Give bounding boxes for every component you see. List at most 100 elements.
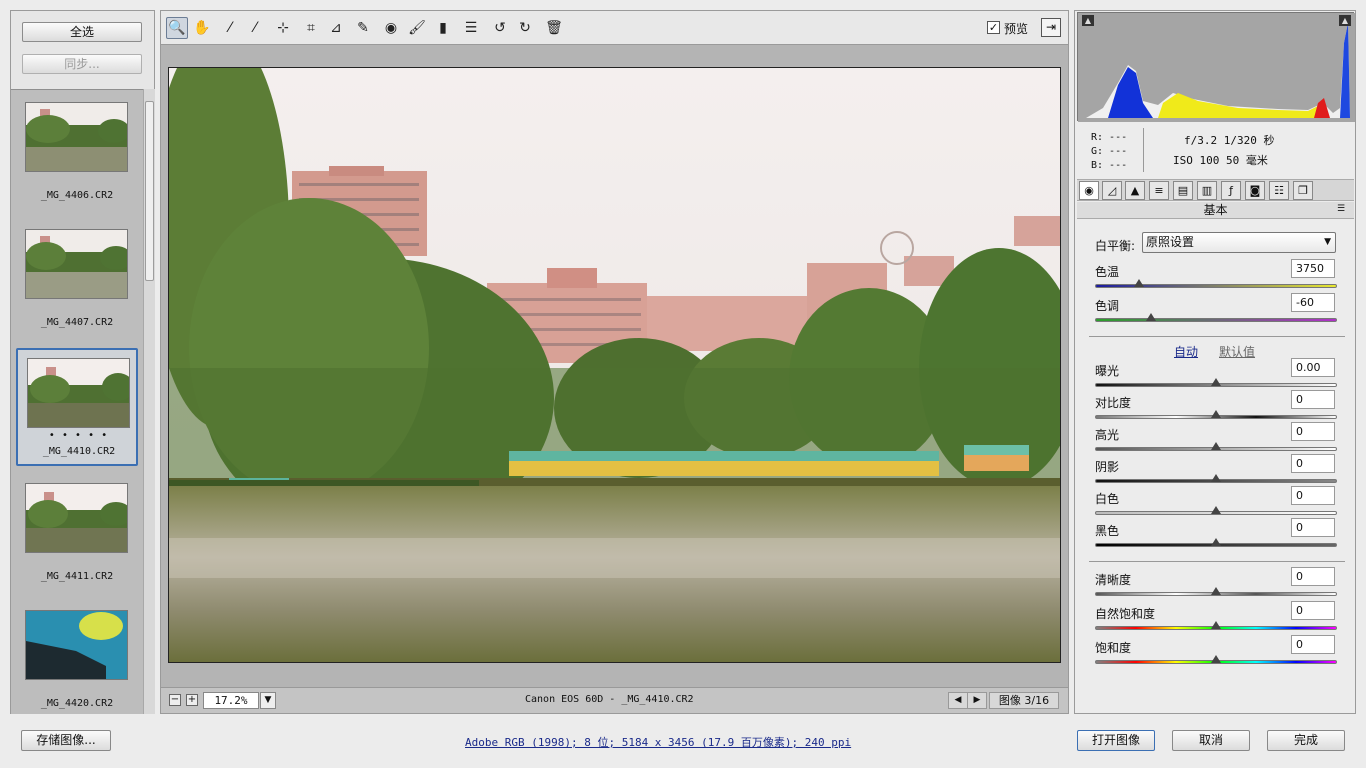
tab-snapshots-icon[interactable]: ❐ xyxy=(1293,181,1313,200)
slider-value-field[interactable]: 0 xyxy=(1291,601,1335,620)
tab-split-toning-icon[interactable]: ▤ xyxy=(1173,181,1193,200)
panel-tabs: ◉ ◿ ▲ ≡ ▤ ▥ ƒ ◙ ☷ ❐ xyxy=(1077,179,1354,201)
slider-track[interactable] xyxy=(1095,284,1337,288)
open-image-button[interactable]: 打开图像 xyxy=(1077,730,1155,751)
slider-knob[interactable] xyxy=(1211,442,1221,450)
slider-value-field[interactable]: 0 xyxy=(1291,390,1335,409)
tab-camera-calibration-icon[interactable]: ◙ xyxy=(1245,181,1265,200)
slider-track[interactable] xyxy=(1095,318,1337,322)
blue-readout: B: --- xyxy=(1091,160,1128,171)
histogram: ▲ ▲ xyxy=(1077,12,1355,122)
zoom-out-button[interactable]: − xyxy=(169,694,181,706)
highlight-clipping-warning-icon[interactable]: ▲ xyxy=(1339,15,1351,26)
shadow-clipping-warning-icon[interactable]: ▲ xyxy=(1082,15,1094,26)
thumbnail-list: _MG_4406.CR2 _MG_4407.CR2 • • • • • _MG_… xyxy=(11,89,143,714)
select-all-button[interactable]: 全选 xyxy=(22,22,142,42)
next-image-button[interactable]: ▶ xyxy=(967,692,987,709)
straighten-tool-icon[interactable]: ⊿ xyxy=(325,17,347,39)
zoom-dropdown-icon[interactable]: ▼ xyxy=(260,692,276,709)
targeted-adjustment-tool-icon[interactable]: ⊹ xyxy=(272,17,294,39)
slider-value-field[interactable]: 3750 xyxy=(1291,259,1335,278)
thumbnail-item[interactable]: _MG_4420.CR2 xyxy=(16,602,138,714)
red-eye-tool-icon[interactable]: ◉ xyxy=(380,17,402,39)
slider-value-field[interactable]: 0 xyxy=(1291,422,1335,441)
slider-row: 黑色 0 xyxy=(1093,518,1339,554)
scrollbar-thumb[interactable] xyxy=(145,101,154,281)
rating-stars[interactable]: • • • • • xyxy=(18,430,140,441)
cancel-button[interactable]: 取消 xyxy=(1172,730,1250,751)
thumbnail-item[interactable]: _MG_4406.CR2 xyxy=(16,94,138,212)
thumbnail-item-selected[interactable]: • • • • • _MG_4410.CR2 xyxy=(16,348,138,466)
white-balance-tool-icon[interactable]: ⁄ xyxy=(219,17,241,39)
previous-image-button[interactable]: ◀ xyxy=(948,692,968,709)
slider-knob[interactable] xyxy=(1211,474,1221,482)
thumbnail-item[interactable]: _MG_4407.CR2 xyxy=(16,221,138,339)
slider-label: 阴影 xyxy=(1095,460,1120,474)
slider-knob[interactable] xyxy=(1211,655,1221,663)
color-sampler-tool-icon[interactable]: ⁄ xyxy=(244,17,266,39)
slider-knob[interactable] xyxy=(1133,279,1144,287)
save-image-button[interactable]: 存储图像... xyxy=(21,730,111,751)
thumbnail-image xyxy=(25,483,128,553)
filmstrip-scrollbar[interactable] xyxy=(143,89,155,714)
graduated-filter-tool-icon[interactable]: ▮ xyxy=(432,17,454,39)
slider-value-field[interactable]: 0 xyxy=(1291,518,1335,537)
slider-knob[interactable] xyxy=(1211,621,1221,629)
tab-hsl-icon[interactable]: ≡ xyxy=(1149,181,1169,200)
slider-knob[interactable] xyxy=(1211,378,1221,386)
photo-preview[interactable] xyxy=(168,67,1061,663)
zoom-in-button[interactable]: + xyxy=(186,694,198,706)
image-counter: 图像 3/16 xyxy=(989,692,1059,709)
default-link[interactable]: 默认值 xyxy=(1219,343,1255,360)
slider-value-field[interactable]: 0 xyxy=(1291,567,1335,586)
slider-knob[interactable] xyxy=(1145,313,1156,321)
thumbnail-image xyxy=(25,610,128,680)
done-button[interactable]: 完成 xyxy=(1267,730,1345,751)
thumbnail-item[interactable]: _MG_4411.CR2 xyxy=(16,475,138,593)
slider-value-field[interactable]: 0 xyxy=(1291,635,1335,654)
white-balance-select[interactable]: 原照设置 ▼ xyxy=(1142,232,1336,253)
spot-removal-tool-icon[interactable]: ✎ xyxy=(352,17,374,39)
workflow-options-link[interactable]: Adobe RGB (1998); 8 位; 5184 x 3456 (17.9… xyxy=(465,734,851,750)
sync-button[interactable]: 同步... xyxy=(22,54,142,74)
fullscreen-toggle-icon[interactable]: ⇥ xyxy=(1041,18,1061,37)
tab-detail-icon[interactable]: ▲ xyxy=(1125,181,1145,200)
iso-focal-readout: ISO 100 50 毫米 xyxy=(1173,154,1268,167)
slider-knob[interactable] xyxy=(1211,587,1221,595)
slider-knob[interactable] xyxy=(1211,506,1221,514)
slider-value-field[interactable]: -60 xyxy=(1291,293,1335,312)
zoom-level-field[interactable]: 17.2% xyxy=(203,692,259,709)
slider-value-field[interactable]: 0 xyxy=(1291,454,1335,473)
preferences-icon[interactable]: ☰ xyxy=(460,17,482,39)
slider-label: 高光 xyxy=(1095,428,1120,442)
crop-tool-icon[interactable]: ⌗ xyxy=(300,17,322,39)
preview-label: 预览 xyxy=(1004,22,1029,36)
slider-knob[interactable] xyxy=(1211,410,1221,418)
zoom-tool-icon[interactable]: 🔍 xyxy=(166,17,188,39)
exposure-readout: f/3.2 1/320 秒 xyxy=(1184,134,1275,147)
slider-value-field[interactable]: 0 xyxy=(1291,486,1335,505)
trash-icon[interactable]: 🗑 xyxy=(543,17,565,39)
rotate-left-icon[interactable]: ↺ xyxy=(489,17,511,39)
slider-row: 自然饱和度 0 xyxy=(1093,601,1339,637)
auto-link[interactable]: 自动 xyxy=(1174,343,1198,360)
thumbnail-filename: _MG_4411.CR2 xyxy=(40,571,114,582)
tab-presets-icon[interactable]: ☷ xyxy=(1269,181,1289,200)
preview-checkbox[interactable]: ✓ xyxy=(987,21,1000,34)
panel-menu-icon[interactable]: ☰ xyxy=(1337,204,1345,214)
tab-effects-icon[interactable]: ƒ xyxy=(1221,181,1241,200)
tab-basic-icon[interactable]: ◉ xyxy=(1079,181,1099,200)
tab-tone-curve-icon[interactable]: ◿ xyxy=(1102,181,1122,200)
thumbnail-filename: _MG_4407.CR2 xyxy=(40,317,114,328)
slider-knob[interactable] xyxy=(1211,538,1221,546)
green-readout: G: --- xyxy=(1091,146,1128,157)
tab-lens-icon[interactable]: ▥ xyxy=(1197,181,1217,200)
filmstrip-panel: 全选 同步... _MG_4406.CR2 _MG_4407.CR2 • • •… xyxy=(10,10,155,714)
adjustment-brush-tool-icon[interactable]: 🖌 xyxy=(406,17,428,39)
hand-tool-icon[interactable]: ✋ xyxy=(191,17,213,39)
rotate-right-icon[interactable]: ↻ xyxy=(514,17,536,39)
slider-row: 清晰度 0 xyxy=(1093,567,1339,603)
slider-row: 色调 -60 xyxy=(1093,293,1339,329)
preview-area: 🔍 ✋ ⁄ ⁄ ⊹ ⌗ ⊿ ✎ ◉ 🖌 ▮ ☰ ↺ ↻ 🗑 ✓ 预览 ⇥ − +… xyxy=(160,10,1069,714)
slider-value-field[interactable]: 0.00 xyxy=(1291,358,1335,377)
